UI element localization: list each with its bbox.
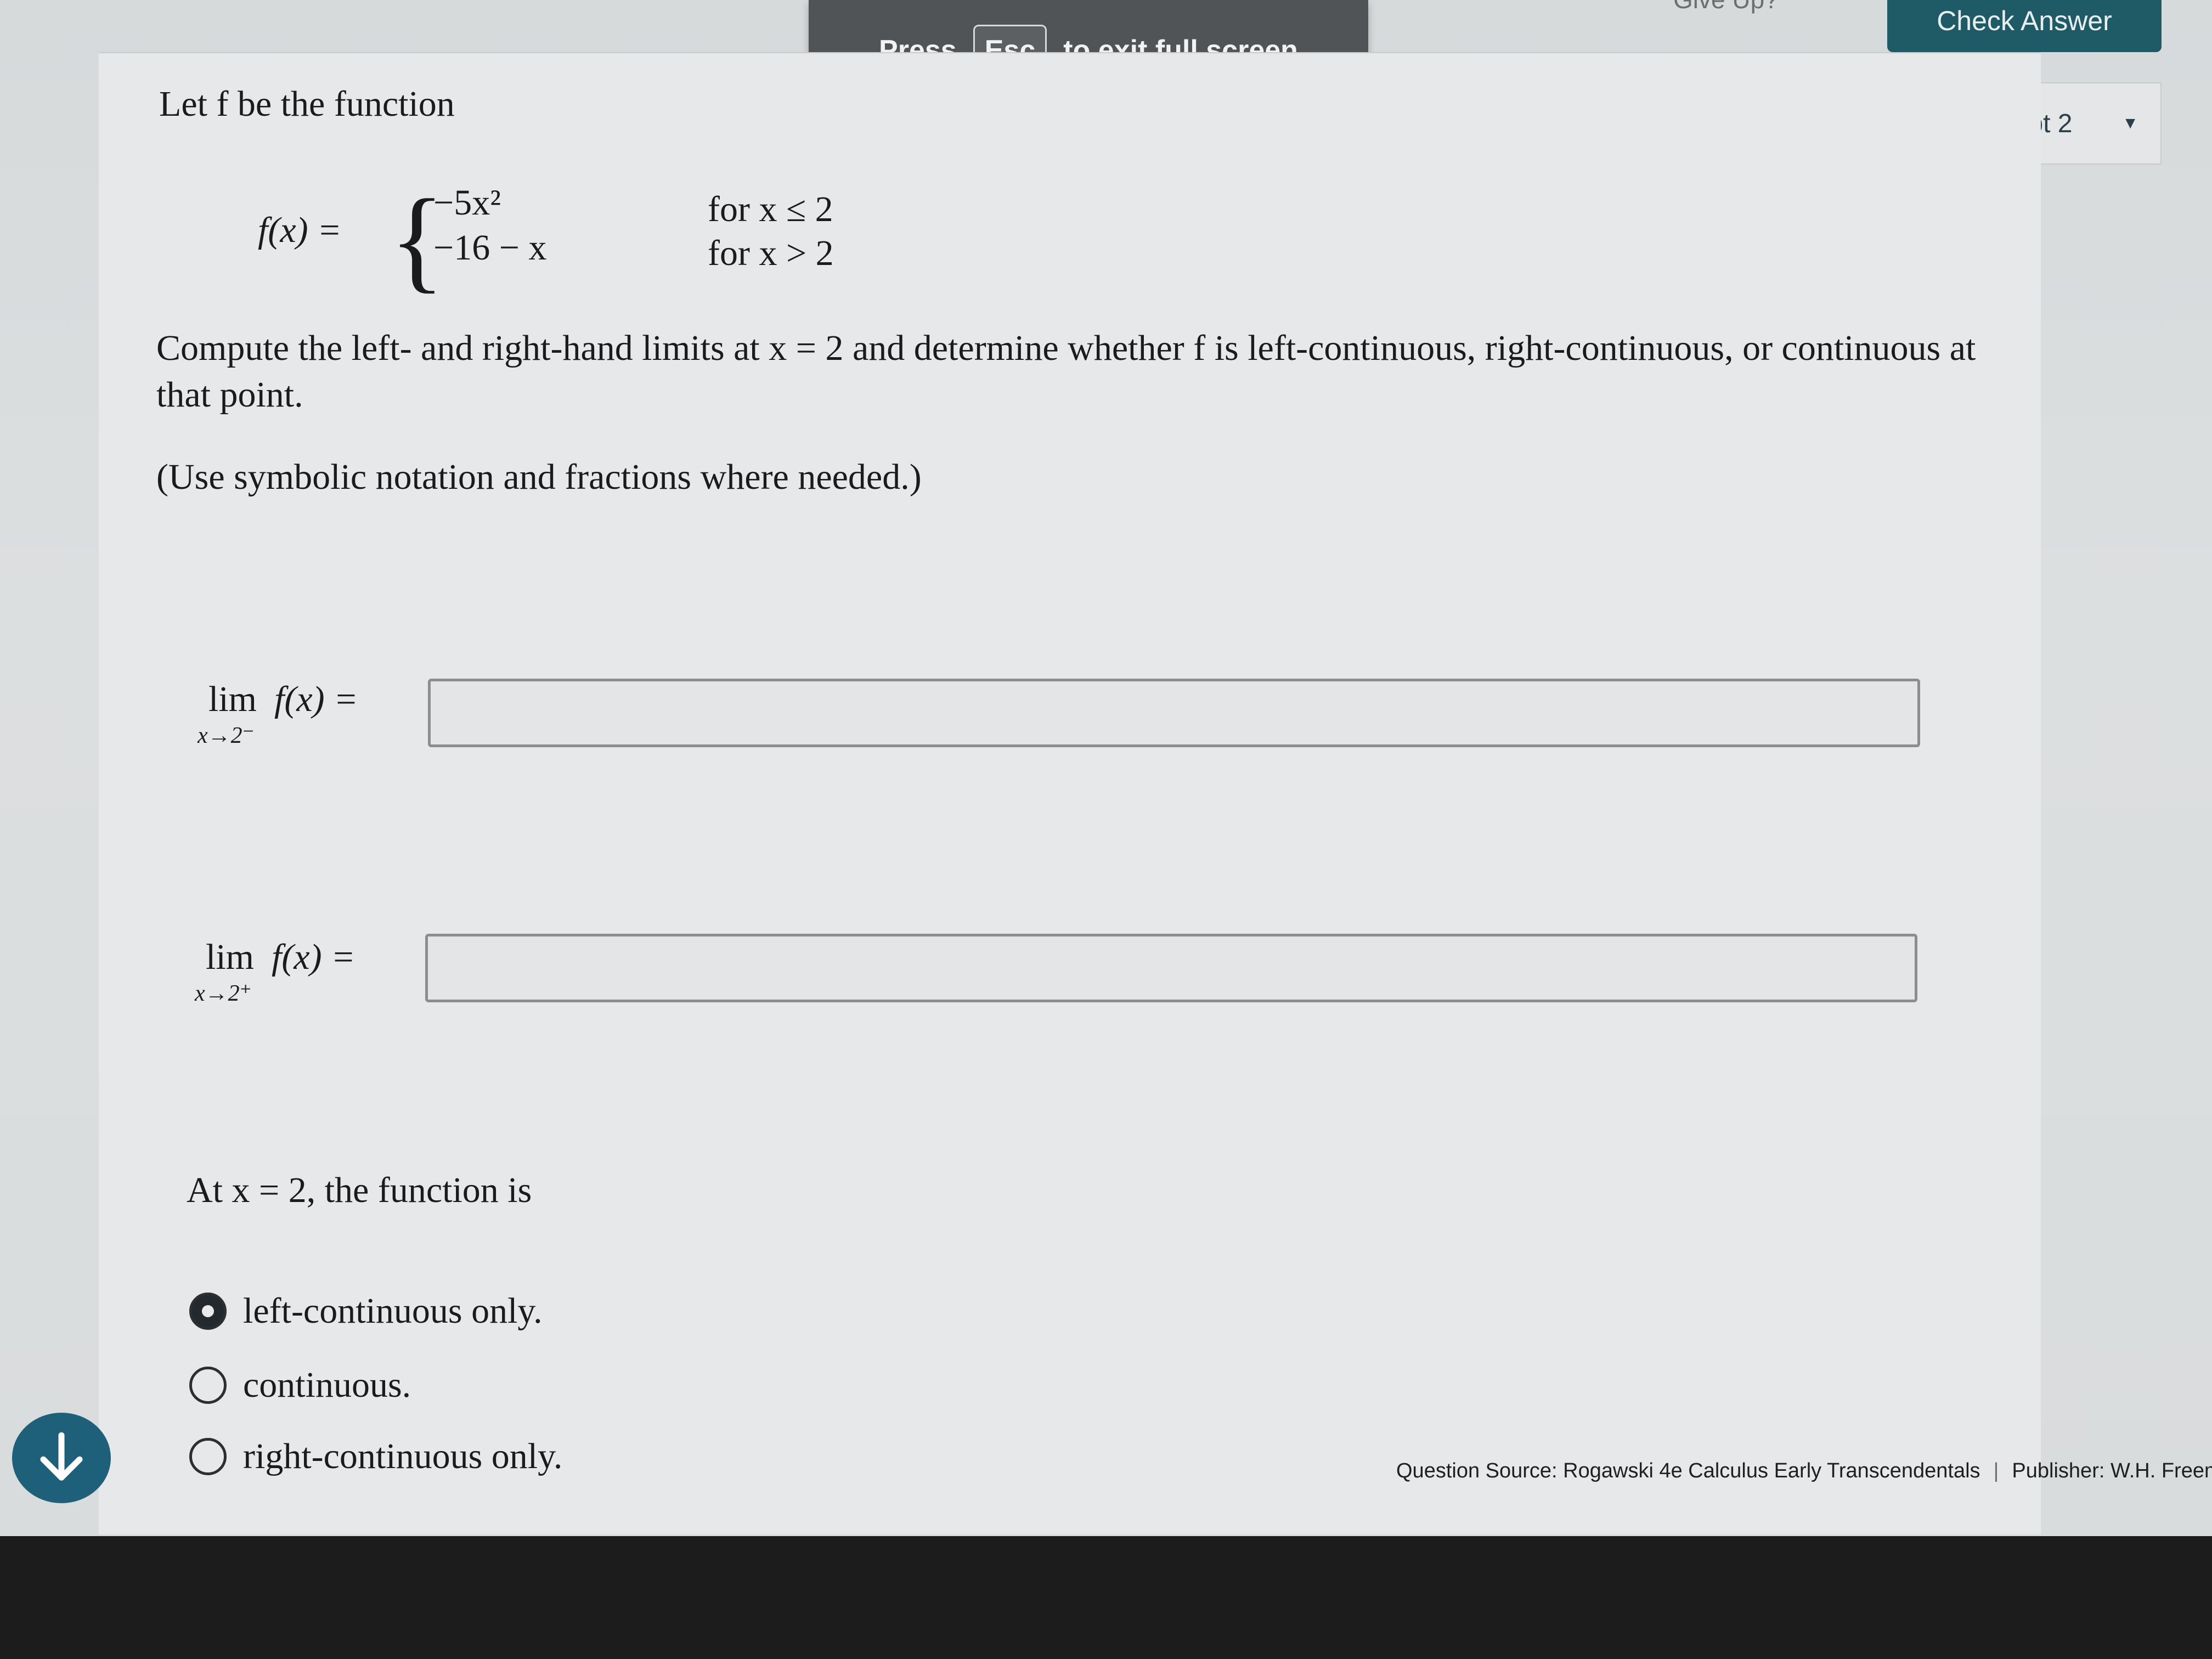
radio-icon[interactable]	[189, 1438, 227, 1475]
piece-1-cond: for x ≤ 2	[708, 189, 833, 229]
give-up-link[interactable]: Give Up?	[1673, 0, 1779, 14]
check-answer-button[interactable]: Check Answer	[1887, 0, 2162, 52]
lim-word: lim	[206, 937, 255, 977]
footer-separator: |	[1993, 1459, 1999, 1482]
scroll-down-button[interactable]	[12, 1413, 111, 1503]
piece-2-expr: −16 − x	[433, 228, 547, 268]
lim-sub: x→2⁺	[195, 981, 252, 1006]
hint-text: (Use symbolic notation and fractions whe…	[156, 457, 922, 497]
question-source: Question Source: Rogawski 4e Calculus Ea…	[1396, 1459, 2212, 1483]
option-label: left-continuous only.	[243, 1291, 543, 1331]
source-text: Question Source: Rogawski 4e Calculus Ea…	[1396, 1459, 1980, 1482]
prompt-line-1: Compute the left- and right-hand limits …	[156, 328, 1976, 368]
caret-down-icon: ▼	[2122, 114, 2138, 132]
right-limit-input[interactable]	[425, 934, 1917, 1002]
piece-1-expr: −5x²	[433, 183, 501, 223]
lim-sub: x→2⁻	[198, 723, 255, 748]
option-continuous[interactable]: continuous.	[189, 1364, 411, 1406]
option-right-continuous[interactable]: right-continuous only.	[189, 1436, 562, 1477]
arrow-down-icon	[40, 1432, 83, 1481]
left-limit-input[interactable]	[428, 679, 1920, 747]
option-label: right-continuous only.	[243, 1436, 563, 1476]
function-lhs: f(x) =	[258, 210, 342, 250]
publisher-text: Publisher: W.H. Freeman	[2012, 1459, 2212, 1482]
lim-rest: f(x) =	[272, 937, 356, 977]
question-panel: Let f be the function f(x) = { −5x² for …	[99, 52, 2041, 1534]
radio-icon[interactable]	[189, 1367, 227, 1404]
lim-word: lim	[208, 679, 257, 719]
prompt-line-2: that point.	[156, 375, 303, 415]
screen: Press Esc to exit full screen Give Up? C…	[0, 0, 2212, 1536]
question-intro: Let f be the function	[159, 84, 455, 124]
continuity-prompt: At x = 2, the function is	[187, 1170, 532, 1210]
piece-2-cond: for x > 2	[708, 233, 834, 273]
radio-selected-icon[interactable]	[189, 1293, 227, 1330]
lim-rest: f(x) =	[274, 679, 358, 719]
option-left-continuous[interactable]: left-continuous only.	[189, 1290, 543, 1332]
option-label: continuous.	[243, 1365, 411, 1405]
